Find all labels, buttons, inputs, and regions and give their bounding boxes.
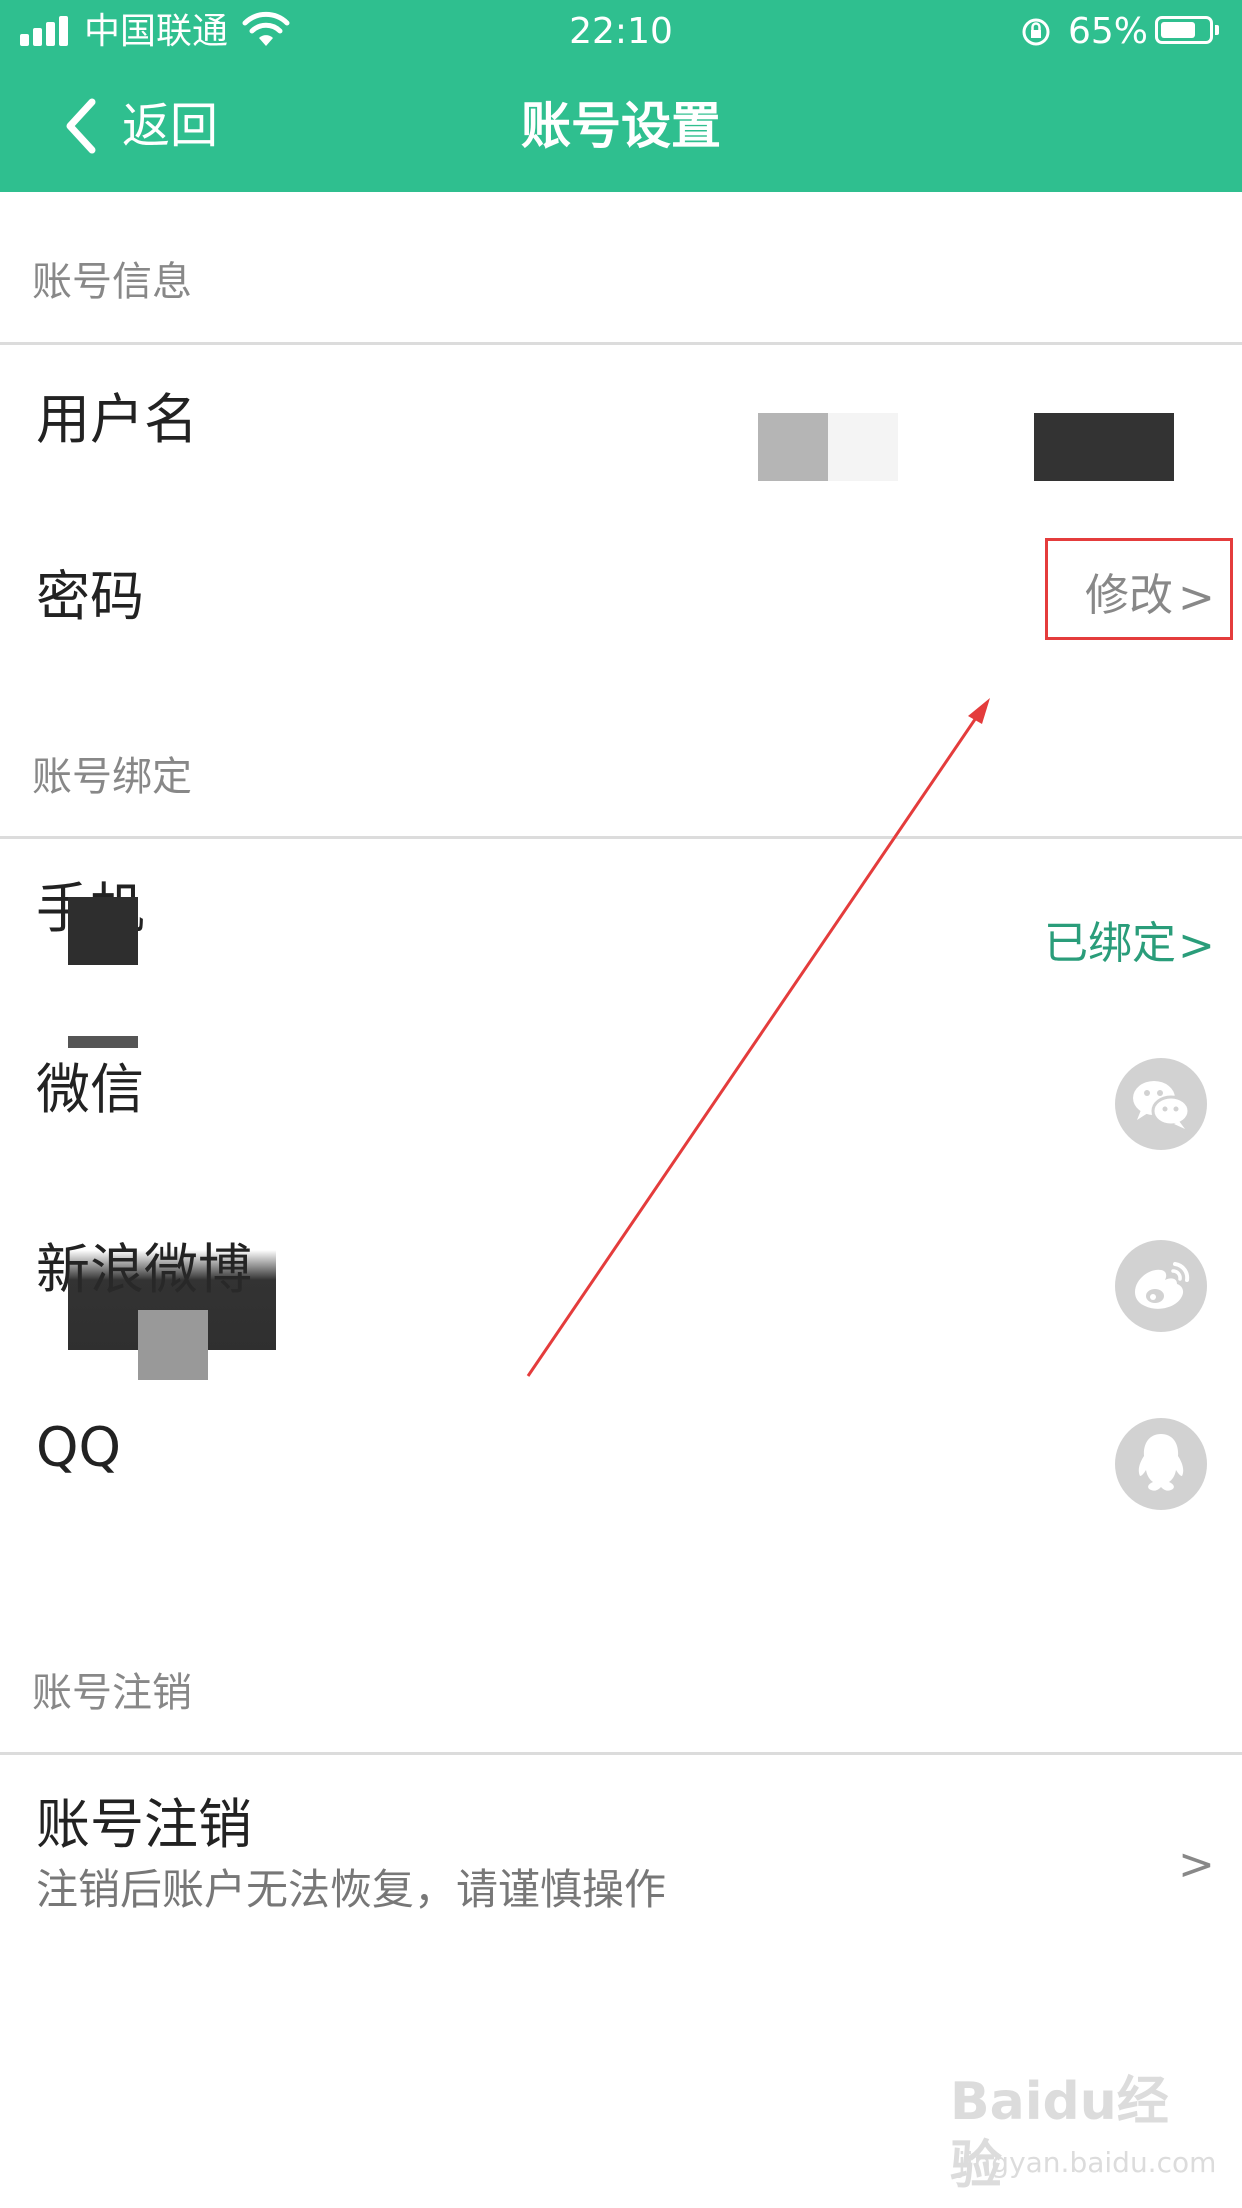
redaction-block [828, 413, 898, 481]
redaction-block [68, 1036, 138, 1048]
section-heading-cancel: 账号注销 [32, 1670, 192, 1716]
redaction-block [138, 1310, 208, 1380]
account-cancel-label: 账号注销 [36, 1793, 252, 1856]
weibo-icon[interactable] [1115, 1240, 1207, 1332]
battery-tip [1215, 25, 1219, 35]
wechat-icon[interactable] [1115, 1058, 1207, 1150]
phone-bound-status[interactable]: 已绑定 [1044, 916, 1176, 972]
qq-label: QQ [36, 1416, 122, 1479]
watermark: Baidu经验 jingyan.baidu.com [950, 2070, 1216, 2196]
username-row: 用户名 [0, 345, 1242, 495]
password-label: 密码 [36, 565, 144, 628]
status-bar: 中国联通 22:10 65% [0, 0, 1242, 64]
qq-icon[interactable] [1115, 1418, 1207, 1510]
chevron-right-icon: > [1178, 920, 1215, 971]
qq-row[interactable]: QQ [0, 1390, 1242, 1560]
highlight-box [1045, 538, 1233, 640]
weibo-row[interactable]: 新浪微博 [0, 1210, 1242, 1380]
chevron-right-icon: > [1178, 1839, 1215, 1890]
redaction-block [68, 897, 138, 965]
section-heading-binding: 账号绑定 [32, 754, 192, 800]
account-cancel-subtitle: 注销后账户无法恢复，请谨慎操作 [36, 1865, 667, 1914]
section-heading-account-info: 账号信息 [32, 259, 192, 305]
wechat-label: 微信 [36, 1058, 144, 1121]
redaction-block [758, 413, 828, 481]
battery-icon [1155, 16, 1213, 44]
wechat-row[interactable]: 微信 [0, 1030, 1242, 1190]
page-title: 账号设置 [521, 97, 721, 155]
watermark-url: jingyan.baidu.com [958, 2146, 1217, 2179]
nav-header: 中国联通 22:10 65% 返回 账号设置 [0, 0, 1242, 192]
username-label: 用户名 [36, 388, 198, 451]
clock: 22:10 [569, 11, 673, 52]
battery-percent: 65% [1068, 11, 1149, 52]
redaction-block [1034, 413, 1174, 481]
rotation-lock-icon [1022, 18, 1050, 46]
